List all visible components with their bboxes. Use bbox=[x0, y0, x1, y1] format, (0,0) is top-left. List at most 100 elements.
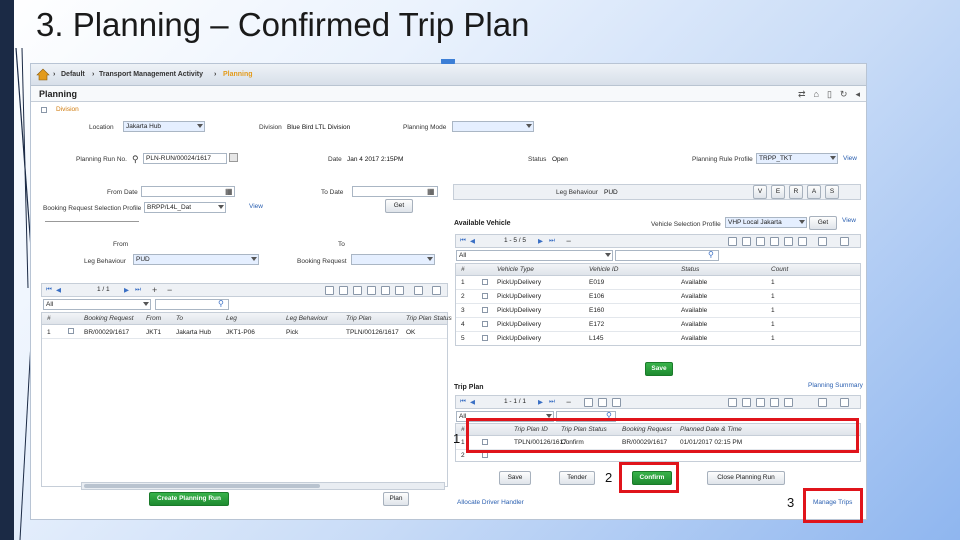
add-row-icon[interactable]: + bbox=[152, 285, 157, 295]
save-grid-icon[interactable] bbox=[395, 286, 404, 295]
delete-row-icon[interactable]: − bbox=[566, 236, 571, 246]
filter-icon[interactable] bbox=[756, 237, 765, 246]
row-checkbox[interactable] bbox=[482, 335, 488, 341]
col-to[interactable]: To bbox=[176, 315, 183, 322]
vehicle-view-link[interactable]: View bbox=[842, 217, 856, 224]
prev-page-icon[interactable]: ◀ bbox=[470, 237, 475, 245]
excel-icon[interactable] bbox=[742, 398, 751, 407]
create-planning-run-button[interactable]: Create Planning Run bbox=[149, 492, 229, 506]
prev-page-icon[interactable]: ◀ bbox=[470, 398, 475, 406]
search-icon[interactable]: ⚲ bbox=[132, 154, 139, 165]
paste-icon[interactable] bbox=[598, 398, 607, 407]
last-page-icon[interactable]: ⏭ bbox=[135, 286, 141, 294]
row-checkbox[interactable] bbox=[68, 328, 74, 334]
vehicle-grid-filter[interactable]: All bbox=[456, 250, 613, 261]
tender-button[interactable]: Tender bbox=[559, 471, 595, 485]
booking-request-select[interactable] bbox=[351, 254, 435, 265]
settings-icon[interactable] bbox=[818, 237, 827, 246]
document-icon[interactable]: ▯ bbox=[827, 89, 832, 100]
last-page-icon[interactable]: ⏭ bbox=[549, 398, 555, 406]
excel-icon[interactable] bbox=[742, 237, 751, 246]
allocate-driver-link[interactable]: Allocate Driver Handler bbox=[457, 499, 524, 506]
planning-summary-link[interactable]: Planning Summary bbox=[808, 382, 863, 389]
columns-icon[interactable] bbox=[367, 286, 376, 295]
get-button[interactable]: Get bbox=[385, 199, 413, 213]
run-no-field[interactable]: PLN-RUN/00024/1617 bbox=[143, 153, 227, 164]
row-checkbox[interactable] bbox=[482, 293, 488, 299]
filter-icon[interactable] bbox=[353, 286, 362, 295]
planning-mode-select[interactable] bbox=[452, 121, 534, 132]
left-grid-scrollbar[interactable] bbox=[81, 482, 445, 490]
vehicle-profile-select[interactable]: VHP Local Jakarta bbox=[725, 217, 807, 228]
settings-icon[interactable] bbox=[414, 286, 423, 295]
next-page-icon[interactable]: ▶ bbox=[124, 286, 129, 294]
col-trip-plan[interactable]: Trip Plan bbox=[346, 315, 372, 322]
maximize-icon[interactable] bbox=[432, 286, 441, 295]
location-select[interactable]: Jakarta Hub bbox=[123, 121, 205, 132]
vehicle-grid-search[interactable] bbox=[615, 250, 719, 261]
col-leg[interactable]: Leg bbox=[226, 315, 237, 322]
calendar-icon[interactable]: ▦ bbox=[427, 187, 435, 196]
col-from[interactable]: From bbox=[146, 315, 161, 322]
trip-save-button[interactable]: Save bbox=[499, 471, 531, 485]
last-page-icon[interactable]: ⏭ bbox=[549, 237, 555, 245]
booking-profile-select[interactable]: BRPP/L4L_Dat bbox=[144, 202, 226, 213]
filter-icon[interactable] bbox=[756, 398, 765, 407]
filter-a-button[interactable]: A bbox=[807, 185, 821, 199]
swap-icon[interactable]: ⇄ bbox=[798, 89, 806, 100]
breadcrumb-default[interactable]: Default bbox=[61, 71, 85, 78]
save-grid-icon[interactable] bbox=[784, 398, 793, 407]
copy-icon[interactable] bbox=[381, 286, 390, 295]
columns-icon[interactable] bbox=[770, 398, 779, 407]
copy-icon[interactable] bbox=[584, 398, 593, 407]
row-checkbox[interactable] bbox=[482, 279, 488, 285]
excel-icon[interactable] bbox=[339, 286, 348, 295]
vehicle-get-button[interactable]: Get bbox=[809, 216, 837, 230]
filter-r-button[interactable]: R bbox=[789, 185, 803, 199]
prev-page-icon[interactable]: ◀ bbox=[56, 286, 61, 294]
first-page-icon[interactable]: ⏮ bbox=[46, 286, 52, 294]
delete-row-icon[interactable]: − bbox=[167, 285, 172, 295]
settings-icon[interactable] bbox=[612, 398, 621, 407]
plan-button[interactable]: Plan bbox=[383, 492, 409, 506]
breadcrumb-tma[interactable]: Transport Management Activity bbox=[99, 71, 203, 78]
booking-profile-view-link[interactable]: View bbox=[249, 203, 263, 210]
refresh-icon[interactable]: ↻ bbox=[840, 89, 848, 100]
leg-behaviour-select[interactable]: PUD bbox=[133, 254, 259, 265]
settings-icon[interactable] bbox=[818, 398, 827, 407]
division-collapse-toggle[interactable] bbox=[41, 107, 47, 113]
col-booking-request[interactable]: Booking Request bbox=[84, 315, 134, 322]
from-date-field[interactable] bbox=[141, 186, 235, 197]
delete-row-icon[interactable]: − bbox=[566, 397, 571, 407]
lookup-icon[interactable] bbox=[229, 153, 238, 162]
next-page-icon[interactable]: ▶ bbox=[538, 398, 543, 406]
first-page-icon[interactable]: ⏮ bbox=[460, 237, 466, 245]
filter-s-button[interactable]: S bbox=[825, 185, 839, 199]
to-date-field[interactable] bbox=[352, 186, 438, 197]
copy-icon[interactable] bbox=[784, 237, 793, 246]
pdf-icon[interactable] bbox=[728, 237, 737, 246]
back-icon[interactable]: ◂ bbox=[855, 89, 860, 100]
rule-profile-select[interactable]: TRPP_TKT bbox=[756, 153, 838, 164]
col-vehicle-type[interactable]: Vehicle Type bbox=[497, 266, 534, 273]
filter-v-button[interactable]: V bbox=[753, 185, 767, 199]
search-icon[interactable]: ⚲ bbox=[218, 299, 224, 308]
col-count[interactable]: Count bbox=[771, 266, 788, 273]
row-checkbox[interactable] bbox=[482, 321, 488, 327]
save-grid-icon[interactable] bbox=[798, 237, 807, 246]
maximize-icon[interactable] bbox=[840, 398, 849, 407]
next-page-icon[interactable]: ▶ bbox=[538, 237, 543, 245]
home-small-icon[interactable]: ⌂ bbox=[814, 89, 819, 100]
pdf-icon[interactable] bbox=[325, 286, 334, 295]
calendar-icon[interactable]: ▦ bbox=[225, 187, 233, 196]
filter-e-button[interactable]: E bbox=[771, 185, 785, 199]
col-trip-plan-status[interactable]: Trip Plan Status bbox=[406, 315, 452, 322]
row-checkbox[interactable] bbox=[482, 307, 488, 313]
col-vehicle-id[interactable]: Vehicle ID bbox=[589, 266, 618, 273]
maximize-icon[interactable] bbox=[840, 237, 849, 246]
col-status[interactable]: Status bbox=[681, 266, 699, 273]
columns-icon[interactable] bbox=[770, 237, 779, 246]
vehicle-save-button[interactable]: Save bbox=[645, 362, 673, 376]
close-planning-run-button[interactable]: Close Planning Run bbox=[707, 471, 785, 485]
first-page-icon[interactable]: ⏮ bbox=[460, 398, 466, 406]
